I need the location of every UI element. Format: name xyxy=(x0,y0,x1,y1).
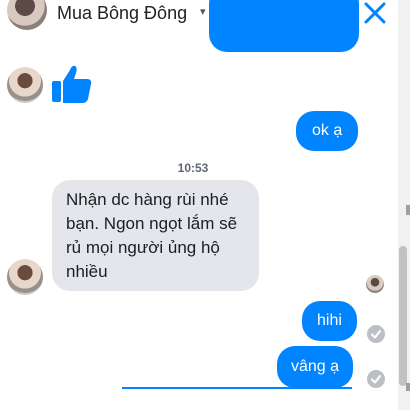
contact-avatar-thumbs[interactable] xyxy=(7,67,43,103)
scrollbar-thumb[interactable] xyxy=(399,246,407,386)
message-hihi-text: hihi xyxy=(317,312,342,329)
message-hihi[interactable]: hihi xyxy=(302,301,357,341)
previous-outgoing-bubble xyxy=(209,0,359,52)
message-incoming-text: Nhận dc hàng rùi nhé bạn. Ngon ngọt lắm … xyxy=(66,190,238,281)
message-vang[interactable]: vâng ạ xyxy=(277,346,354,388)
message-incoming[interactable]: Nhận dc hàng rùi nhé bạn. Ngon ngọt lắm … xyxy=(52,180,259,291)
contact-avatar-message[interactable] xyxy=(7,259,43,295)
message-ok-text: ok ạ xyxy=(312,122,343,139)
timestamp: 10:53 xyxy=(177,161,209,175)
chat-window: Mua Bông Đông ▾ ok ạ 10:53 Nhận dc hàng … xyxy=(0,0,398,410)
background-page-edge xyxy=(406,205,410,215)
close-icon[interactable] xyxy=(362,0,388,26)
chevron-down-icon[interactable]: ▾ xyxy=(200,5,206,18)
background-page-edge xyxy=(406,383,410,391)
message-ok[interactable]: ok ạ xyxy=(296,111,359,151)
contact-name[interactable]: Mua Bông Đông xyxy=(57,3,187,24)
contact-avatar[interactable] xyxy=(7,0,47,30)
message-vang-text: vâng ạ xyxy=(291,358,340,375)
thumbs-up-icon xyxy=(52,65,92,103)
delivered-check-icon xyxy=(367,325,385,343)
delivered-check-icon xyxy=(367,370,385,388)
composer-top-border xyxy=(122,387,352,389)
read-receipt-avatar xyxy=(366,275,384,293)
